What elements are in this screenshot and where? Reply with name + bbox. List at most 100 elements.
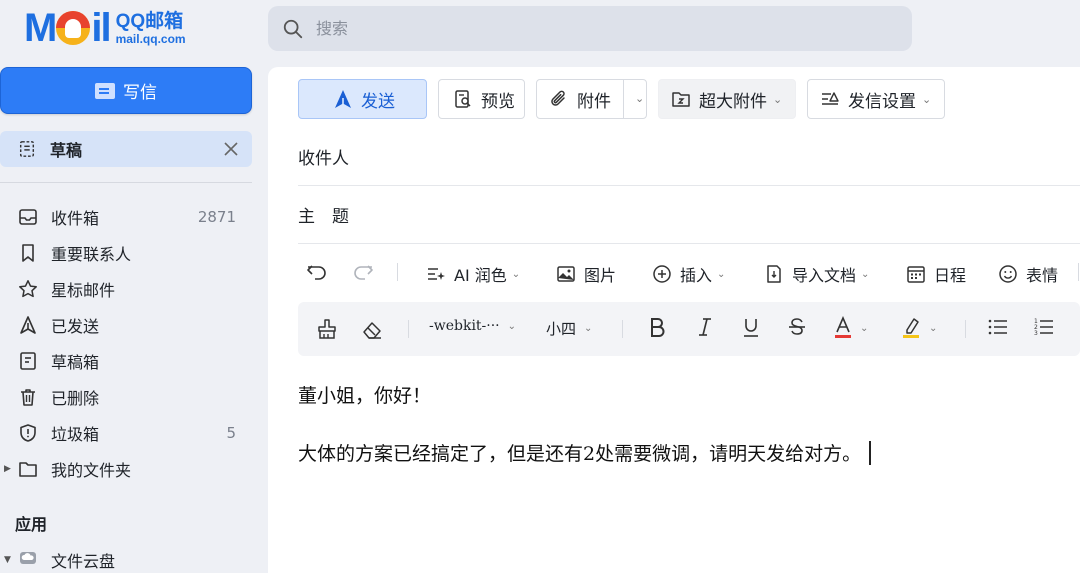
send-settings-icon: [820, 89, 840, 109]
folder-label: 草稿箱: [51, 353, 100, 372]
expand-caret-icon[interactable]: ▶: [4, 464, 11, 474]
app-label: 文件云盘: [51, 552, 116, 571]
import-doc-label: 导入文档: [792, 266, 857, 285]
send-settings-button[interactable]: 发信设置 ⌄: [807, 79, 945, 119]
qq-mail-logo[interactable]: M il QQ邮箱 mail.qq.com: [24, 8, 186, 48]
compose-label: 写信: [123, 83, 157, 103]
sidebar-item-inbox[interactable]: 收件箱 2871: [0, 199, 252, 235]
unread-count: 5: [226, 424, 236, 442]
strikethrough-icon[interactable]: [787, 316, 807, 338]
text-cursor: [869, 441, 872, 465]
open-tab-drafts[interactable]: 草稿: [0, 131, 252, 167]
chevron-down-icon: ⌄: [922, 92, 932, 106]
folder-label: 重要联系人: [51, 245, 132, 264]
chevron-down-icon[interactable]: ⌄: [635, 92, 644, 105]
italic-icon[interactable]: [696, 316, 714, 338]
send-button[interactable]: 发送: [298, 79, 427, 119]
large-attachment-button[interactable]: 超大附件 ⌄: [658, 79, 796, 119]
inbox-icon: [18, 207, 38, 227]
compose-panel: 发送 预览 附件 ⌄ 超大附件 ⌄ 发信设置 ⌄ 收件人 主 题 AI 润色 ⌄: [268, 67, 1080, 573]
preview-button[interactable]: 预览: [438, 79, 525, 119]
chevron-down-icon: ⌄: [860, 322, 869, 334]
font-color-icon: [835, 316, 851, 338]
logo-bell-icon: [56, 11, 91, 45]
send-label: 发送: [361, 91, 395, 112]
sidebar-item-cloud-disk[interactable]: ▼ 文件云盘: [0, 543, 115, 573]
highlight-color-button[interactable]: ⌄: [901, 316, 937, 340]
font-family-value: -webkit-···: [429, 318, 500, 334]
image-label: 图片: [584, 266, 617, 285]
open-tab-label: 草稿: [50, 141, 83, 160]
ai-polish-button[interactable]: AI 润色 ⌄: [426, 262, 520, 286]
chevron-down-icon: ⌄: [511, 268, 521, 280]
chevron-down-icon: ⌄: [861, 268, 870, 280]
font-size-value: 小四: [546, 320, 577, 338]
subject-field[interactable]: 主 题: [298, 186, 1080, 244]
chevron-down-icon: ⌄: [929, 322, 938, 334]
svg-text:3: 3: [1034, 330, 1038, 337]
toolbar-divider: [397, 263, 398, 281]
bullet-list-icon[interactable]: [987, 316, 1009, 338]
folder-label: 已发送: [51, 317, 100, 336]
emoji-button[interactable]: 表情: [998, 262, 1058, 286]
chevron-down-icon: ⌄: [717, 268, 726, 280]
toolbar-divider: [622, 320, 623, 338]
smiley-icon: [998, 264, 1018, 284]
sidebar-item-starred[interactable]: 星标邮件: [0, 271, 252, 307]
body-line: 大体的方案已经搞定了，但是还有2处需要微调，请明天发给对方。: [298, 443, 862, 465]
emoji-label: 表情: [1026, 266, 1059, 285]
logo-wordmark: M il: [24, 6, 112, 50]
font-family-select[interactable]: -webkit-··· ⌄: [429, 318, 516, 334]
import-doc-button[interactable]: 导入文档 ⌄: [764, 262, 869, 286]
split-divider: [623, 80, 624, 118]
attachment-label: 附件: [577, 91, 611, 112]
sidebar-item-my-folders[interactable]: ▶ 我的文件夹: [0, 451, 252, 487]
font-color-button[interactable]: ⌄: [834, 316, 868, 340]
recipient-field[interactable]: 收件人: [298, 128, 1080, 186]
sent-icon: [18, 315, 38, 335]
search-box[interactable]: [268, 6, 912, 51]
compose-icon: [95, 82, 115, 99]
schedule-button[interactable]: 日程: [906, 262, 966, 286]
sidebar-divider: [0, 182, 252, 183]
cloud-disk-icon: [18, 548, 38, 572]
numbered-list-icon[interactable]: 123: [1033, 316, 1055, 338]
unread-count: 2871: [197, 208, 236, 226]
format-painter-icon[interactable]: [316, 318, 338, 340]
sidebar-item-spam[interactable]: 垃圾箱 5: [0, 415, 252, 451]
message-body[interactable]: 董小姐，你好！ 大体的方案已经搞定了，但是还有2处需要微调，请明天发给对方。: [298, 383, 872, 499]
eraser-icon[interactable]: [361, 318, 383, 340]
undo-icon[interactable]: [306, 262, 328, 282]
attachment-button[interactable]: 附件 ⌄: [536, 79, 647, 119]
folder-label: 垃圾箱: [51, 425, 100, 444]
document-import-icon: [764, 264, 784, 284]
sidebar-item-drafts[interactable]: 草稿箱: [0, 343, 252, 379]
chevron-down-icon: ⌄: [507, 320, 517, 332]
search-input[interactable]: [316, 19, 876, 38]
insert-label: 插入: [680, 266, 713, 285]
sidebar-item-sent[interactable]: 已发送: [0, 307, 252, 343]
image-button[interactable]: 图片: [556, 262, 616, 286]
sidebar-item-important-contacts[interactable]: 重要联系人: [0, 235, 252, 271]
search-icon: [283, 19, 303, 38]
large-file-icon: [671, 89, 691, 109]
redo-icon[interactable]: [352, 262, 374, 282]
close-tab-icon[interactable]: [220, 138, 242, 160]
plus-circle-icon: [652, 264, 672, 284]
expand-caret-icon[interactable]: ▼: [4, 555, 11, 565]
trash-icon: [18, 387, 38, 407]
draft-tab-icon: [19, 141, 35, 157]
sidebar-item-deleted[interactable]: 已删除: [0, 379, 252, 415]
preview-icon: [453, 89, 473, 109]
folder-label: 我的文件夹: [51, 461, 132, 480]
underline-icon[interactable]: [741, 316, 761, 338]
insert-button[interactable]: 插入 ⌄: [652, 262, 725, 286]
font-size-select[interactable]: 小四 ⌄: [546, 318, 592, 339]
bold-icon[interactable]: [648, 316, 666, 338]
compose-button[interactable]: 写信: [0, 67, 252, 114]
send-settings-label: 发信设置: [848, 91, 916, 112]
logo-letter-m: M: [24, 6, 57, 50]
paperclip-icon: [549, 89, 569, 109]
highlighter-icon: [903, 318, 919, 338]
shield-icon: [18, 423, 38, 443]
